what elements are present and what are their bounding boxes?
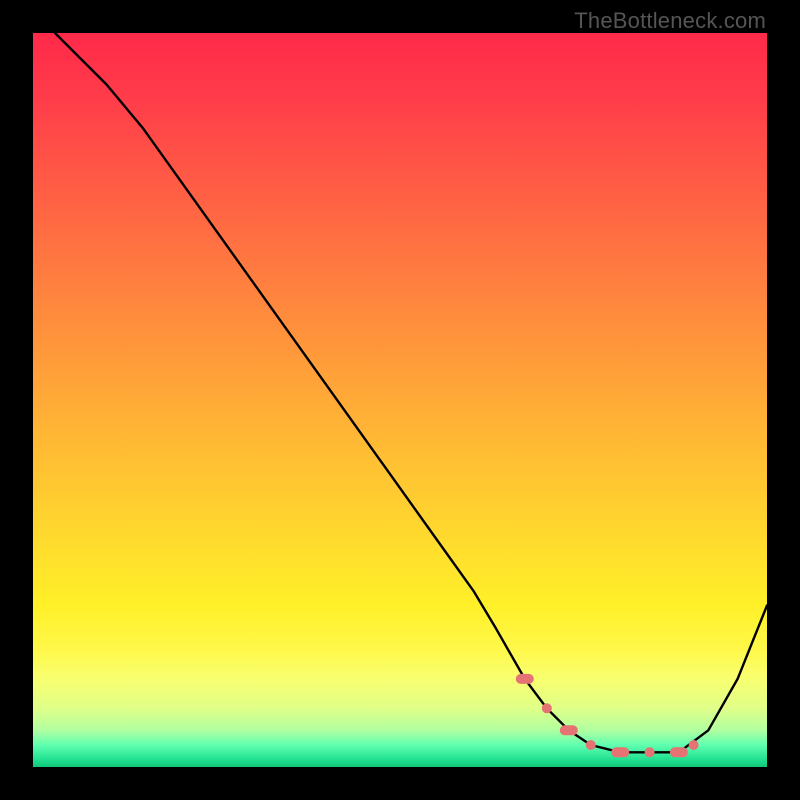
attribution-text: TheBottleneck.com bbox=[574, 8, 766, 34]
chart-plot-area bbox=[33, 33, 767, 767]
gradient-background bbox=[33, 33, 767, 767]
